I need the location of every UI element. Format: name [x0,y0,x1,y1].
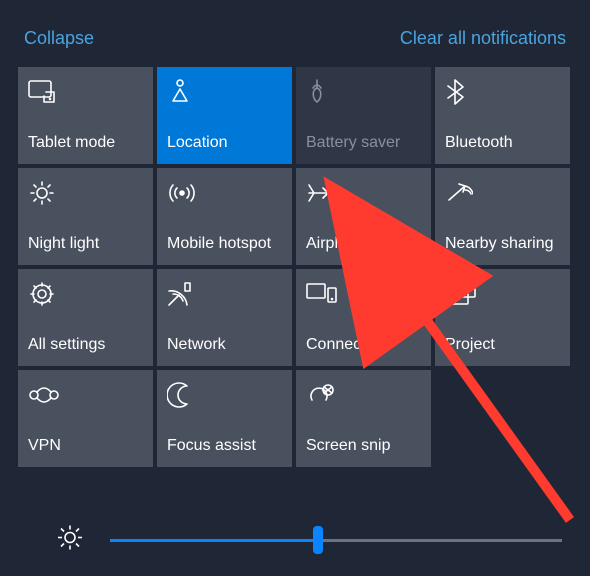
tile-nearby-sharing[interactable]: Nearby sharing [435,168,570,265]
tile-label: Connect [306,336,421,354]
tile-connect[interactable]: Connect [296,269,431,366]
brightness-icon [56,524,84,557]
tile-label: Focus assist [167,437,282,455]
action-center-header: Collapse Clear all notifications [0,0,590,67]
tile-vpn[interactable]: VPN [18,370,153,467]
tile-label: Battery saver [306,134,421,152]
clear-all-link[interactable]: Clear all notifications [400,28,566,49]
tile-label: VPN [28,437,143,455]
tile-all-settings[interactable]: All settings [18,269,153,366]
tile-bluetooth[interactable]: Bluetooth [435,67,570,164]
brightness-row [0,528,590,552]
tile-airplane-mode[interactable]: Airplane mode [296,168,431,265]
tile-network[interactable]: Network [157,269,292,366]
tile-label: Project [445,336,560,354]
tile-night-light[interactable]: Night light [18,168,153,265]
night-light-icon [28,178,143,208]
tile-project[interactable]: Project [435,269,570,366]
focus-assist-icon [167,380,282,410]
connect-icon [306,279,421,309]
tile-label: Bluetooth [445,134,560,152]
tile-label: Airplane mode [306,235,421,253]
screen-snip-icon [306,380,421,410]
tile-tablet-mode[interactable]: Tablet mode [18,67,153,164]
vpn-icon [28,380,143,410]
tile-label: Screen snip [306,437,421,455]
bluetooth-icon [445,77,560,107]
brightness-slider[interactable] [110,528,562,552]
tile-label: Network [167,336,282,354]
collapse-link[interactable]: Collapse [24,28,94,49]
tile-label: Night light [28,235,143,253]
tile-label: Tablet mode [28,134,143,152]
tile-focus-assist[interactable]: Focus assist [157,370,292,467]
slider-track-fill [110,539,318,542]
tile-label: All settings [28,336,143,354]
tile-mobile-hotspot[interactable]: Mobile hotspot [157,168,292,265]
tile-label: Location [167,134,282,152]
tablet-mode-icon [28,77,143,107]
network-icon [167,279,282,309]
project-icon [445,279,560,309]
tile-label: Mobile hotspot [167,235,282,253]
nearby-sharing-icon [445,178,560,208]
mobile-hotspot-icon [167,178,282,208]
quick-action-tiles: Tablet mode Location Battery saver Bluetoot… [0,67,590,467]
slider-thumb[interactable] [313,526,323,554]
tile-location[interactable]: Location [157,67,292,164]
tile-battery-saver: Battery saver [296,67,431,164]
tile-screen-snip[interactable]: Screen snip [296,370,431,467]
settings-icon [28,279,143,309]
tile-label: Nearby sharing [445,235,560,253]
location-icon [167,77,282,107]
battery-saver-icon [306,77,421,107]
airplane-icon [306,178,421,208]
